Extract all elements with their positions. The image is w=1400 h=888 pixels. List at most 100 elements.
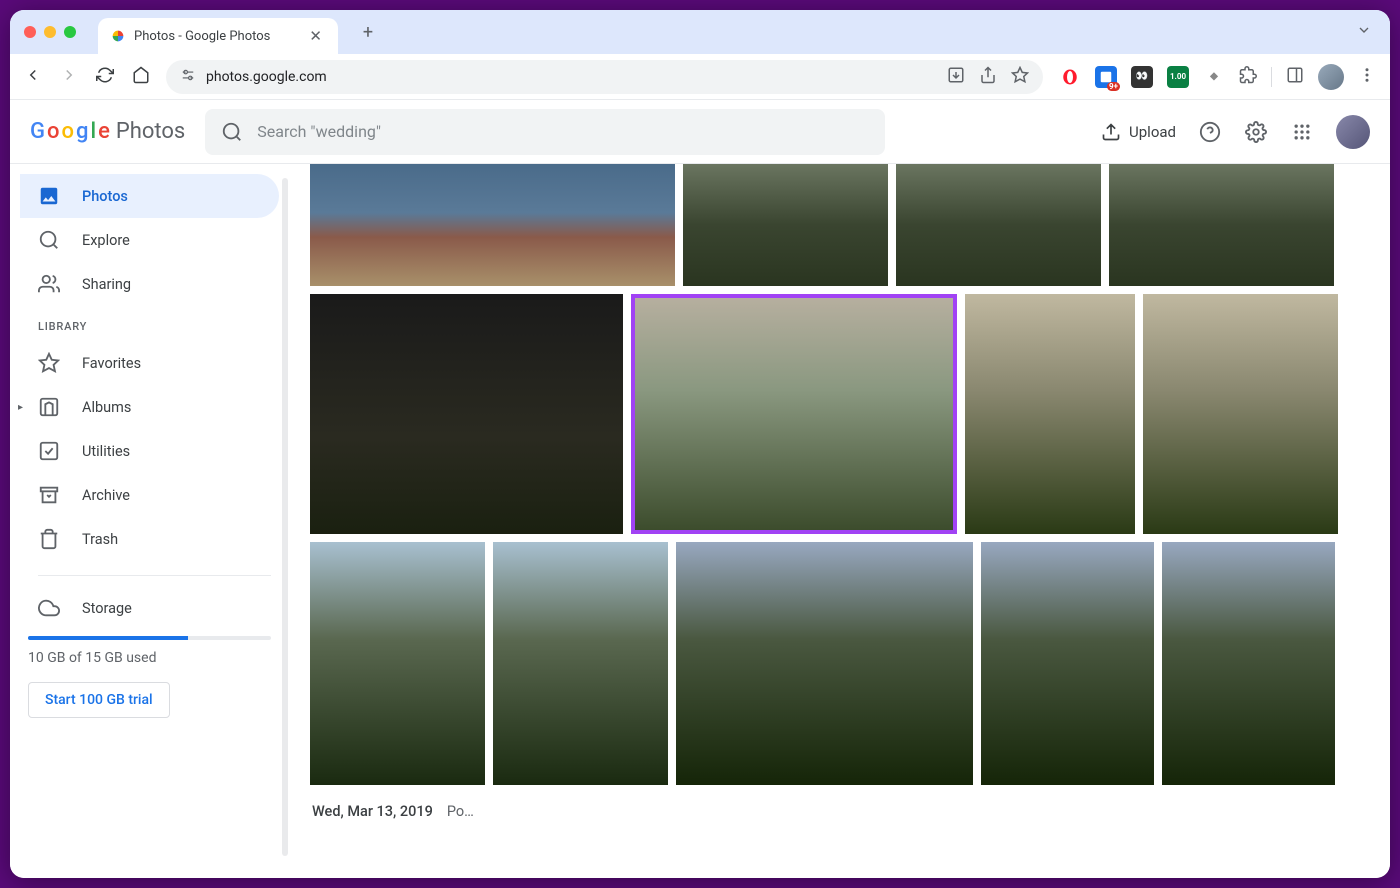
kebab-menu-icon[interactable]: [1358, 66, 1376, 88]
extensions-menu-icon[interactable]: [1239, 66, 1257, 88]
check-box-icon: [38, 440, 60, 462]
sidebar-item-label: Explore: [82, 232, 130, 249]
browser-window: Photos - Google Photos ✕ + photos.google…: [10, 10, 1390, 878]
tab-strip: Photos - Google Photos ✕ +: [10, 10, 1390, 54]
profile-avatar[interactable]: [1318, 64, 1344, 90]
start-trial-button[interactable]: Start 100 GB trial: [28, 682, 170, 718]
storage-progress: [28, 636, 271, 640]
star-icon: [38, 352, 60, 374]
date-section-header: Wed, Mar 13, 2019 Po…: [310, 793, 1380, 820]
sidebar-item-label: Archive: [82, 487, 130, 504]
search-input[interactable]: [257, 122, 869, 141]
photo-thumbnail[interactable]: [1143, 294, 1338, 534]
sidebar-item-label: Photos: [82, 188, 128, 205]
install-app-icon[interactable]: [947, 66, 965, 88]
new-tab-button[interactable]: +: [354, 18, 382, 46]
forward-button[interactable]: [60, 66, 78, 88]
trash-icon: [38, 528, 60, 550]
sidebar-scrollbar[interactable]: [282, 178, 288, 856]
google-photos-app: Google Photos Upload: [10, 100, 1390, 878]
chevron-right-icon: ▸: [18, 402, 23, 413]
search-bar[interactable]: [205, 109, 885, 155]
toolbar: photos.google.com 9+ 👀 1.00 ◆: [10, 54, 1390, 100]
app-body: Photos Explore Sharing LIBRARY Favorites…: [10, 164, 1390, 878]
maximize-window-button[interactable]: [64, 26, 76, 38]
home-button[interactable]: [132, 66, 150, 88]
sidebar-item-label: Trash: [82, 531, 118, 548]
share-icon[interactable]: [979, 66, 997, 88]
extension-3[interactable]: 👀: [1131, 66, 1153, 88]
search-icon: [38, 229, 60, 251]
site-info-icon[interactable]: [180, 68, 196, 85]
sidebar-item-archive[interactable]: Archive: [20, 473, 279, 517]
extension-opera[interactable]: [1059, 66, 1081, 88]
sidebar-item-utilities[interactable]: Utilities: [20, 429, 279, 473]
location-label: Po…: [447, 803, 474, 820]
header-actions: Upload: [1101, 115, 1370, 149]
sidebar-item-label: Utilities: [82, 443, 130, 460]
address-bar[interactable]: photos.google.com: [166, 60, 1043, 94]
photo-thumbnail[interactable]: [683, 164, 888, 286]
people-icon: [38, 273, 60, 295]
storage-text: 10 GB of 15 GB used: [20, 650, 289, 666]
divider: [38, 575, 271, 576]
bookmark-icon[interactable]: [1011, 66, 1029, 88]
photo-thumbnail-selected[interactable]: [631, 294, 957, 534]
google-photos-icon: [110, 28, 126, 44]
extensions: 9+ 👀 1.00 ◆: [1059, 64, 1376, 90]
sidebar-item-label: Storage: [82, 600, 132, 617]
extension-badge-9plus[interactable]: 9+: [1095, 66, 1117, 88]
browser-tab[interactable]: Photos - Google Photos ✕: [98, 18, 338, 54]
photo-thumbnail[interactable]: [1109, 164, 1334, 286]
photo-thumbnail[interactable]: [310, 164, 675, 286]
apps-grid-icon[interactable]: [1290, 120, 1314, 144]
sidebar-item-sharing[interactable]: Sharing: [20, 262, 279, 306]
back-button[interactable]: [24, 66, 42, 88]
image-icon: [38, 185, 60, 207]
photo-thumbnail[interactable]: [896, 164, 1101, 286]
search-icon: [221, 121, 243, 143]
sidebar-item-favorites[interactable]: Favorites: [20, 341, 279, 385]
photo-thumbnail[interactable]: [981, 542, 1154, 785]
extension-price[interactable]: 1.00: [1167, 66, 1189, 88]
photo-grid: Wed, Mar 13, 2019 Po…: [290, 164, 1390, 878]
close-window-button[interactable]: [24, 26, 36, 38]
cloud-icon: [38, 597, 60, 619]
window-controls: [24, 26, 76, 38]
sidebar: Photos Explore Sharing LIBRARY Favorites…: [10, 164, 290, 878]
help-button[interactable]: [1198, 120, 1222, 144]
account-avatar[interactable]: [1336, 115, 1370, 149]
settings-button[interactable]: [1244, 120, 1268, 144]
url-text: photos.google.com: [206, 69, 327, 85]
divider: [1271, 67, 1272, 87]
upload-icon: [1101, 122, 1121, 142]
extension-5[interactable]: ◆: [1203, 66, 1225, 88]
sidebar-item-label: Albums: [82, 399, 131, 416]
upload-button[interactable]: Upload: [1101, 122, 1176, 142]
google-photos-logo[interactable]: Google Photos: [30, 119, 185, 144]
photo-thumbnail[interactable]: [310, 294, 623, 534]
sidebar-item-explore[interactable]: Explore: [20, 218, 279, 262]
photo-thumbnail[interactable]: [310, 542, 485, 785]
date-label: Wed, Mar 13, 2019: [312, 803, 433, 820]
tab-search-icon[interactable]: [1352, 18, 1376, 46]
photo-thumbnail[interactable]: [1162, 542, 1335, 785]
album-icon: [38, 396, 60, 418]
app-header: Google Photos Upload: [10, 100, 1390, 164]
close-tab-icon[interactable]: ✕: [305, 23, 326, 49]
photo-thumbnail[interactable]: [493, 542, 668, 785]
photo-thumbnail[interactable]: [676, 542, 973, 785]
side-panel-icon[interactable]: [1286, 66, 1304, 88]
sidebar-item-photos[interactable]: Photos: [20, 174, 279, 218]
sidebar-item-trash[interactable]: Trash: [20, 517, 279, 561]
archive-icon: [38, 484, 60, 506]
tab-title: Photos - Google Photos: [134, 29, 270, 44]
library-heading: LIBRARY: [20, 306, 289, 341]
sidebar-item-albums[interactable]: ▸ Albums: [20, 385, 279, 429]
photo-thumbnail[interactable]: [965, 294, 1135, 534]
reload-button[interactable]: [96, 66, 114, 88]
sidebar-item-label: Sharing: [82, 276, 131, 293]
minimize-window-button[interactable]: [44, 26, 56, 38]
sidebar-item-storage[interactable]: Storage: [20, 590, 279, 626]
sidebar-item-label: Favorites: [82, 355, 141, 372]
